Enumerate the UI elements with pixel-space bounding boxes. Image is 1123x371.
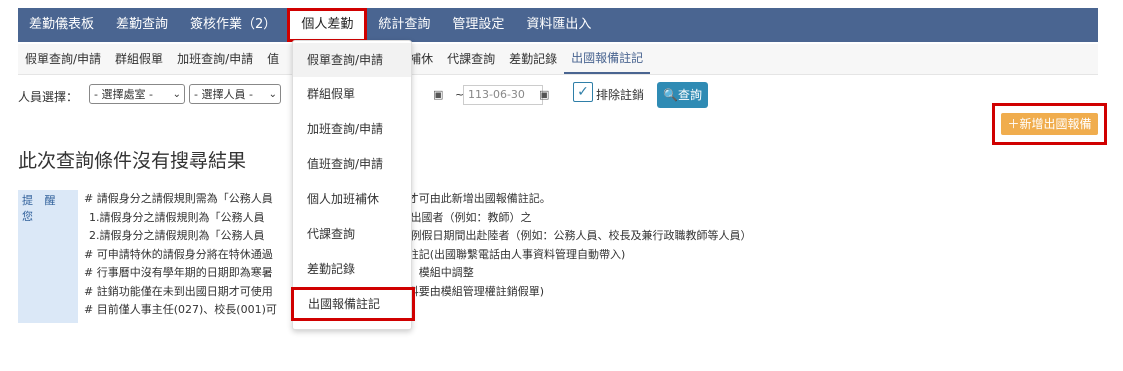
note-line: # 目前僅人事主任(027)、校長(001)可料 bbox=[84, 303, 412, 316]
sub-navbar: 假單查詢/申請 群組假單 加班查詢/申請 值 班補休 代課查詢 差勤記錄 出國報… bbox=[18, 44, 1098, 75]
nav-import-export[interactable]: 資料匯出入 bbox=[515, 8, 602, 42]
office-select[interactable]: - 選擇處室 - ⌄ bbox=[89, 84, 185, 104]
dropdown-overtime-query[interactable]: 加班查詢/申請 bbox=[293, 112, 411, 146]
search-icon: 🔍 bbox=[663, 88, 678, 102]
subnav-group-leave[interactable]: 群組假單 bbox=[108, 45, 170, 73]
dropdown-leave-query[interactable]: 假單查詢/申請 bbox=[293, 43, 411, 77]
person-select[interactable]: - 選擇人員 - ⌄ bbox=[189, 84, 281, 104]
dropdown-overseas-report[interactable]: 出國報備註記 bbox=[291, 287, 415, 321]
note-line: 2.請假身分之請假規則為「公務人員 日或例假日期間出赴陸者（例如：公務人員、校長及… bbox=[89, 229, 752, 242]
add-overseas-report-button[interactable]: ＋新增出國報備 bbox=[1001, 113, 1098, 135]
person-select-label: 人員選擇： bbox=[18, 90, 79, 104]
subnav-overtime-query[interactable]: 加班查詢/申請 bbox=[170, 45, 260, 73]
dropdown-overtime-comp[interactable]: 個人加班補休 bbox=[293, 182, 411, 216]
subnav-duty-query[interactable]: 值 bbox=[260, 45, 286, 73]
exclude-cancelled-label: 排除註銷 bbox=[596, 88, 645, 102]
nav-attendance-query[interactable]: 差勤查詢 bbox=[105, 8, 179, 42]
note-line: # 請假身分之請假規則需為「公務人員 分才可由此新增出國報備註記。 bbox=[84, 192, 551, 205]
nav-statistics[interactable]: 統計查詢 bbox=[367, 8, 441, 42]
calendar-icon[interactable]: ▣ bbox=[539, 88, 549, 101]
personal-attendance-dropdown: 假單查詢/申請 群組假單 加班查詢/申請 值班查詢/申請 個人加班補休 代課查詢… bbox=[291, 40, 415, 330]
note-line: # 註銷功能僅在未到出國日期才可使用 資料要由模組管理權註銷假單) bbox=[84, 284, 545, 298]
note-line: 1.請假身分之請假規則為「公務人員 期間出國者（例如：教師）之 bbox=[89, 210, 532, 224]
note-line: # 行事曆中沒有學年期的日期即為寒暑 層」模組中調整 bbox=[84, 266, 474, 279]
plus-icon: ＋ bbox=[1007, 117, 1020, 131]
add-button-highlight: ＋新增出國報備 bbox=[992, 103, 1107, 145]
end-date-input[interactable]: 113-06-30 bbox=[463, 85, 543, 105]
subnav-overseas-report[interactable]: 出國報備註記 bbox=[564, 44, 651, 74]
check-icon: ✓ bbox=[577, 84, 589, 100]
notes-list: # 請假身分之請假規則需為「公務人員 分才可由此新增出國報備註記。 1.請假身分之… bbox=[84, 190, 752, 320]
note-line: # 可申請特休的請假身分將在特休通過 備註記(出國聯繫電話由人事資料管理自動帶入) bbox=[84, 247, 626, 261]
top-navbar: 差勤儀表板 差勤查詢 簽核作業（2） 個人差勤 統計查詢 管理設定 資料匯出入 bbox=[18, 8, 1098, 42]
nav-dashboard[interactable]: 差勤儀表板 bbox=[18, 8, 105, 42]
dropdown-attendance-record[interactable]: 差勤記錄 bbox=[293, 252, 411, 286]
nav-personal-attendance[interactable]: 個人差勤 bbox=[287, 8, 368, 42]
calendar-icon[interactable]: ▣ bbox=[433, 88, 443, 101]
dropdown-duty-query[interactable]: 值班查詢/申請 bbox=[293, 147, 411, 181]
chevron-down-icon: ⌄ bbox=[268, 89, 277, 100]
dropdown-substitute-query[interactable]: 代課查詢 bbox=[293, 217, 411, 251]
dropdown-group-leave[interactable]: 群組假單 bbox=[293, 77, 411, 111]
search-button[interactable]: 🔍查詢 bbox=[657, 82, 708, 108]
chevron-down-icon: ⌄ bbox=[172, 89, 181, 100]
reminder-tag: 提 醒 您 bbox=[18, 190, 78, 323]
nav-settings[interactable]: 管理設定 bbox=[441, 8, 515, 42]
subnav-attendance-record[interactable]: 差勤記錄 bbox=[502, 45, 564, 73]
subnav-leave-query[interactable]: 假單查詢/申請 bbox=[18, 45, 108, 73]
subnav-substitute-query[interactable]: 代課查詢 bbox=[440, 45, 502, 73]
nav-approval[interactable]: 簽核作業（2） bbox=[179, 8, 287, 42]
exclude-cancelled-checkbox[interactable]: ✓ bbox=[573, 82, 593, 102]
no-result-message: 此次查詢條件沒有搜尋結果 bbox=[18, 150, 247, 172]
